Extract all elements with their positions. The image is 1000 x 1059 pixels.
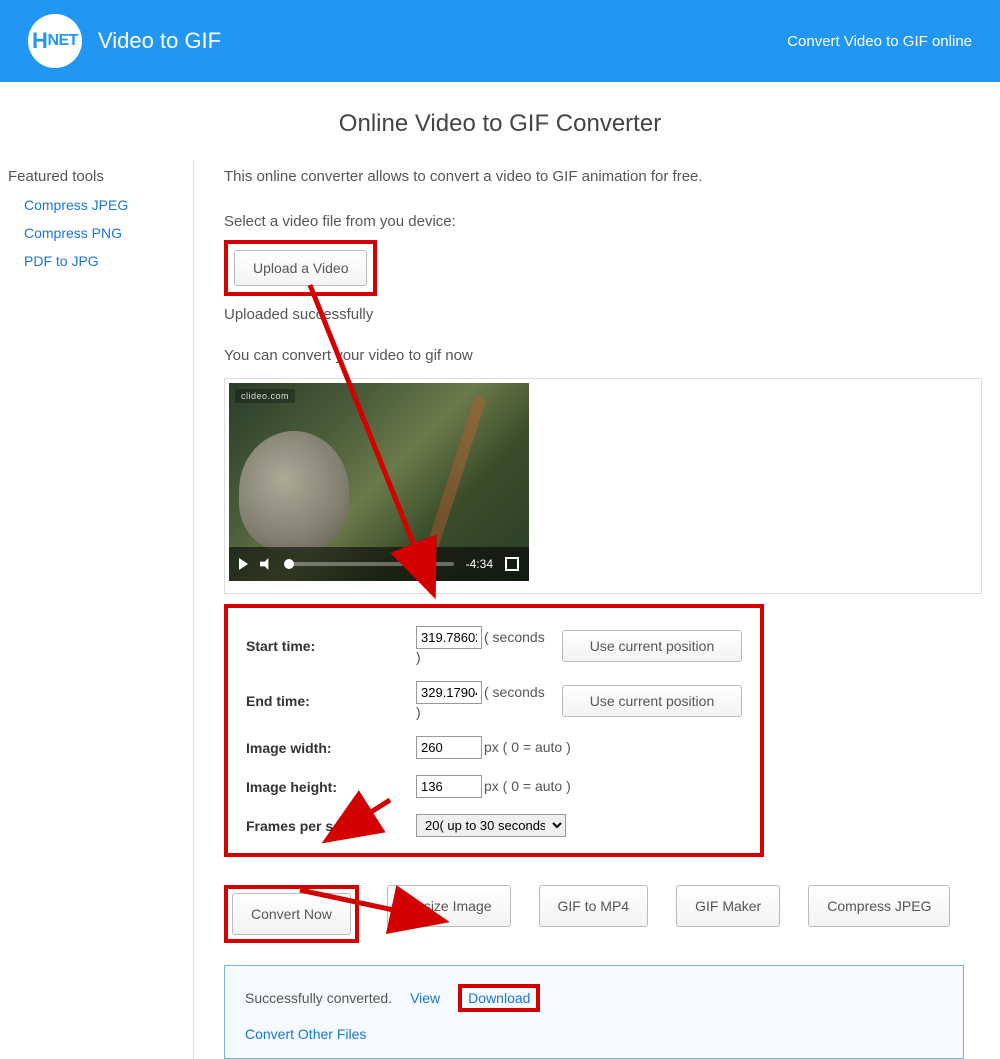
- logo[interactable]: HNET: [28, 14, 82, 68]
- fullscreen-icon[interactable]: [505, 557, 519, 571]
- gif-to-mp4-button[interactable]: GIF to MP4: [539, 885, 649, 927]
- select-file-label: Select a video file from you device:: [224, 213, 982, 230]
- header: HNET Video to GIF Convert Video to GIF o…: [0, 0, 1000, 82]
- header-tagline: Convert Video to GIF online: [787, 33, 972, 50]
- end-time-label: End time:: [242, 673, 412, 728]
- resize-image-button[interactable]: Resize Image: [387, 885, 511, 927]
- video-container: clideo.com -4:34: [224, 378, 982, 594]
- sidebar-item-compress-jpeg[interactable]: Compress JPEG: [24, 197, 183, 213]
- convert-other-files-link[interactable]: Convert Other Files: [245, 1026, 366, 1042]
- gif-maker-button[interactable]: GIF Maker: [676, 885, 780, 927]
- action-buttons-row: Convert Now Resize Image GIF to MP4 GIF …: [224, 885, 982, 943]
- download-link[interactable]: Download: [468, 990, 530, 1006]
- result-panel: Successfully converted. View Download Co…: [224, 965, 964, 1059]
- convert-highlight: Convert Now: [224, 885, 359, 943]
- download-highlight: Download: [458, 984, 540, 1012]
- start-time-use-current-button[interactable]: Use current position: [562, 630, 742, 662]
- main-content: This online converter allows to convert …: [194, 160, 992, 1059]
- convert-now-button[interactable]: Convert Now: [232, 893, 351, 935]
- upload-video-button[interactable]: Upload a Video: [234, 250, 367, 286]
- time-remaining: -4:34: [466, 557, 493, 571]
- page-title: Online Video to GIF Converter: [0, 110, 1000, 138]
- image-height-input[interactable]: [416, 775, 482, 798]
- video-player[interactable]: clideo.com -4:34: [229, 383, 529, 581]
- image-width-input[interactable]: [416, 736, 482, 759]
- play-icon[interactable]: [239, 558, 248, 570]
- image-width-label: Image width:: [242, 728, 412, 767]
- image-height-unit: px ( 0 = auto ): [482, 778, 571, 794]
- upload-highlight: Upload a Video: [224, 240, 377, 296]
- params-panel: Start time: ( seconds ) Use current posi…: [224, 604, 764, 857]
- fps-label: Frames per second:: [242, 806, 412, 845]
- image-width-unit: px ( 0 = auto ): [482, 739, 571, 755]
- end-time-input[interactable]: [416, 681, 482, 704]
- sidebar-item-compress-png[interactable]: Compress PNG: [24, 225, 183, 241]
- convert-hint: You can convert your video to gif now: [224, 347, 982, 364]
- video-watermark: clideo.com: [235, 389, 295, 403]
- sidebar-item-pdf-to-jpg[interactable]: PDF to JPG: [24, 253, 183, 269]
- sidebar-heading: Featured tools: [8, 168, 183, 185]
- upload-status: Uploaded successfully: [224, 306, 982, 323]
- compress-jpeg-button[interactable]: Compress JPEG: [808, 885, 950, 927]
- fps-select[interactable]: 20( up to 30 seconds ): [416, 814, 566, 837]
- sidebar: Featured tools Compress JPEG Compress PN…: [8, 160, 194, 1059]
- intro-text: This online converter allows to convert …: [224, 168, 982, 185]
- view-link[interactable]: View: [410, 990, 440, 1006]
- volume-icon[interactable]: [260, 558, 272, 570]
- video-controls: -4:34: [229, 547, 529, 581]
- end-time-use-current-button[interactable]: Use current position: [562, 685, 742, 717]
- start-time-label: Start time:: [242, 618, 412, 673]
- result-status: Successfully converted.: [245, 990, 392, 1006]
- image-height-label: Image height:: [242, 767, 412, 806]
- site-title: Video to GIF: [98, 28, 221, 54]
- progress-bar[interactable]: [284, 562, 454, 566]
- start-time-input[interactable]: [416, 626, 482, 649]
